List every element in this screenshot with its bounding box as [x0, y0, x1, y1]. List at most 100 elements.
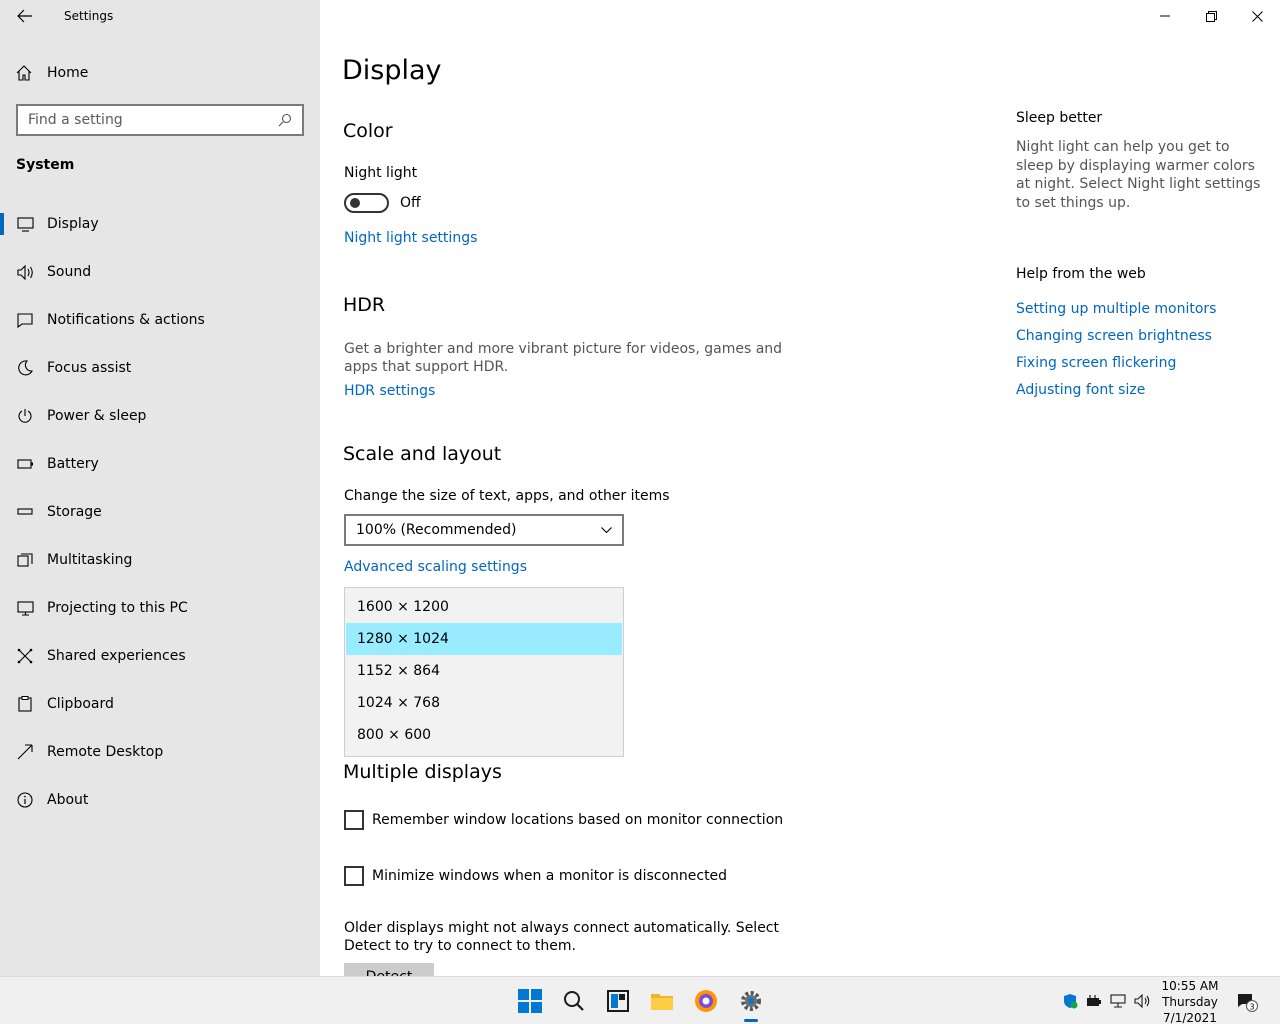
taskbar-search-button[interactable] — [558, 985, 590, 1017]
search-input[interactable] — [28, 112, 278, 128]
taskbar: 10:55 AM Thursday 7/1/2021 3 — [0, 976, 1280, 1024]
night-light-toggle[interactable] — [344, 193, 389, 213]
help-link-font-size[interactable]: Adjusting font size — [1016, 382, 1145, 398]
moon-icon — [16, 359, 34, 377]
night-light-settings-link[interactable]: Night light settings — [344, 230, 477, 246]
help-link-screen-flickering[interactable]: Fixing screen flickering — [1016, 355, 1176, 371]
settings-taskbar-button[interactable] — [735, 985, 767, 1017]
sidebar-item-label: Sound — [47, 264, 92, 280]
power-icon — [16, 407, 34, 425]
search-icon — [278, 113, 292, 127]
clipboard-icon — [16, 695, 34, 713]
windows-logo-icon — [518, 989, 542, 1013]
resolution-option[interactable]: 800 × 600 — [346, 719, 622, 751]
hdr-heading: HDR — [343, 294, 386, 316]
browser-button[interactable] — [690, 985, 722, 1017]
volume-tray-button[interactable] — [1133, 993, 1151, 1009]
sidebar-item-label: Shared experiences — [47, 648, 186, 664]
remember-window-locations-row[interactable]: Remember window locations based on monit… — [344, 810, 783, 830]
sidebar-item-storage[interactable]: Storage — [0, 488, 320, 536]
clock-time: 10:55 AM — [1161, 979, 1219, 993]
volume-icon — [1133, 994, 1149, 1008]
storage-icon — [16, 503, 34, 521]
help-link-multiple-monitors[interactable]: Setting up multiple monitors — [1016, 301, 1216, 317]
search-box[interactable] — [16, 104, 304, 136]
hdr-settings-link[interactable]: HDR settings — [344, 383, 435, 399]
older-displays-text: Older displays might not always connect … — [344, 920, 779, 954]
sidebar-item-power-sleep[interactable]: Power & sleep — [0, 392, 320, 440]
advanced-scaling-link[interactable]: Advanced scaling settings — [344, 559, 527, 575]
back-button[interactable] — [12, 4, 38, 28]
home-nav-item[interactable]: Home — [16, 62, 88, 84]
sidebar-item-battery[interactable]: Battery — [0, 440, 320, 488]
notification-center-button[interactable]: 3 — [1236, 991, 1258, 1013]
back-arrow-icon — [17, 9, 32, 23]
sidebar-item-label: Clipboard — [47, 696, 114, 712]
battery-icon — [16, 455, 34, 473]
shared-icon — [16, 647, 34, 665]
sidebar-item-label: Battery — [47, 456, 99, 472]
shield-icon — [1064, 994, 1078, 1009]
remote-desktop-icon — [16, 743, 34, 761]
sidebar-nav: Display Sound Notifications & actions Fo… — [0, 200, 320, 824]
resolution-option[interactable]: 1600 × 1200 — [346, 591, 622, 623]
browser-icon — [695, 990, 717, 1012]
sidebar-item-about[interactable]: About — [0, 776, 320, 824]
sidebar-item-sound[interactable]: Sound — [0, 248, 320, 296]
resolution-dropdown-list: 1600 × 1200 1280 × 1024 1152 × 864 1024 … — [344, 587, 624, 757]
sleep-better-description: Night light can help you get to sleep by… — [1016, 139, 1261, 211]
widgets-icon — [607, 990, 629, 1012]
network-tray-button[interactable] — [1109, 993, 1127, 1009]
sidebar-item-label: Focus assist — [47, 360, 132, 376]
detect-button[interactable]: Detect — [344, 963, 434, 976]
taskbar-clock[interactable]: 10:55 AM Thursday 7/1/2021 — [1160, 977, 1220, 1024]
battery-tray-button[interactable] — [1085, 993, 1103, 1009]
security-tray-button[interactable] — [1061, 993, 1079, 1009]
night-light-state: Off — [400, 195, 421, 211]
sidebar: Settings Home System Display Sound Notif… — [0, 0, 320, 976]
sidebar-item-focus-assist[interactable]: Focus assist — [0, 344, 320, 392]
home-icon — [16, 65, 32, 81]
help-link-screen-brightness[interactable]: Changing screen brightness — [1016, 328, 1212, 344]
hdr-description: Get a brighter and more vibrant picture … — [344, 341, 783, 375]
start-button[interactable] — [514, 985, 546, 1017]
sidebar-item-shared-experiences[interactable]: Shared experiences — [0, 632, 320, 680]
notification-icon: 3 — [1238, 994, 1258, 1012]
sidebar-item-clipboard[interactable]: Clipboard — [0, 680, 320, 728]
resolution-option-selected[interactable]: 1280 × 1024 — [346, 623, 622, 655]
scale-dropdown[interactable]: 100% (Recommended) — [344, 514, 624, 546]
sidebar-item-remote-desktop[interactable]: Remote Desktop — [0, 728, 320, 776]
remember-window-locations-checkbox[interactable] — [344, 810, 364, 830]
sidebar-item-label: Projecting to this PC — [47, 600, 188, 616]
page-title: Display — [342, 55, 442, 86]
minimize-windows-label: Minimize windows when a monitor is disco… — [372, 868, 728, 884]
file-explorer-button[interactable] — [646, 985, 678, 1017]
speaker-icon — [16, 263, 34, 281]
search-icon — [564, 991, 584, 1011]
clock-date: 7/1/2021 — [1163, 1011, 1217, 1024]
resolution-option[interactable]: 1152 × 864 — [346, 655, 622, 687]
sidebar-item-notifications[interactable]: Notifications & actions — [0, 296, 320, 344]
widgets-button[interactable] — [602, 985, 634, 1017]
minimize-windows-row[interactable]: Minimize windows when a monitor is disco… — [344, 866, 727, 886]
gear-icon — [741, 991, 761, 1011]
chevron-down-icon — [601, 526, 612, 533]
sidebar-item-label: Multitasking — [47, 552, 133, 568]
main-content: Display Color Night light Off Night ligh… — [320, 0, 1280, 976]
toggle-knob — [350, 198, 360, 208]
color-heading: Color — [343, 120, 393, 142]
resolution-option[interactable]: 1024 × 768 — [346, 687, 622, 719]
sidebar-item-label: Remote Desktop — [47, 744, 164, 760]
app-title: Settings — [64, 9, 114, 23]
section-label-system: System — [16, 157, 75, 173]
clock-day: Thursday — [1162, 995, 1218, 1009]
scale-label: Change the size of text, apps, and other… — [344, 488, 670, 504]
sidebar-item-multitasking[interactable]: Multitasking — [0, 536, 320, 584]
sidebar-item-label: Power & sleep — [47, 408, 147, 424]
sidebar-item-projecting[interactable]: Projecting to this PC — [0, 584, 320, 632]
sidebar-item-label: Notifications & actions — [47, 312, 205, 328]
multiple-displays-heading: Multiple displays — [343, 761, 502, 783]
sidebar-item-display[interactable]: Display — [0, 200, 320, 248]
minimize-windows-checkbox[interactable] — [344, 866, 364, 886]
sleep-better-heading: Sleep better — [1016, 110, 1103, 126]
